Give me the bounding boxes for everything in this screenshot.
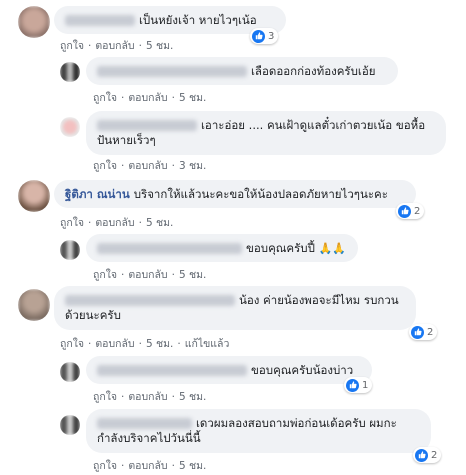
commenter-name[interactable]	[65, 295, 235, 306]
avatar[interactable]	[18, 289, 50, 321]
comment-bubble: ฐิติภา ณน่าน บริจากให้แล้วนะคะขอให้น้องปล…	[54, 180, 416, 208]
like-link[interactable]: ถูกใจ	[93, 160, 117, 172]
avatar[interactable]	[60, 117, 80, 137]
reply-link[interactable]: ตอบกลับ	[95, 217, 134, 229]
timestamp[interactable]: 5 ชม.	[146, 217, 173, 229]
timestamp[interactable]: 3 ชม.	[179, 160, 206, 172]
reaction-count[interactable]: 2	[396, 203, 425, 219]
comment-text-line2: ด้วยนะครับ	[65, 308, 121, 322]
comment-text: เป็นหยังเจ้า หายไวๆเน้อ	[139, 13, 257, 27]
like-link[interactable]: ถูกใจ	[93, 460, 117, 472]
like-link[interactable]: ถูกใจ	[93, 92, 117, 104]
like-link[interactable]: ถูกใจ	[60, 40, 84, 52]
timestamp[interactable]: 5 ชม.	[146, 40, 173, 52]
like-link[interactable]: ถูกใจ	[93, 269, 117, 281]
like-icon	[252, 29, 265, 43]
commenter-name[interactable]: ฐิติภา ณน่าน	[65, 187, 130, 201]
comment-actions: ถูกใจ · ตอบกลับ · 5 ชม.	[93, 92, 207, 104]
comment-text-line1: น้อง ค่ายน้องพอจะมีไหม รบกวน	[239, 293, 399, 307]
comment-text: ขอบคุณครับน้องบ่าว	[251, 363, 354, 377]
comment-bubble: ขอบคุณครับปี้ 🙏🙏	[86, 234, 358, 262]
like-icon	[398, 204, 411, 218]
like-link[interactable]: ถูกใจ	[60, 338, 84, 350]
avatar[interactable]	[18, 180, 50, 212]
commenter-name[interactable]	[97, 243, 242, 254]
commenter-name[interactable]	[97, 120, 197, 131]
comment-bubble: เลือดออกก่องท้องครับเอ้ย	[86, 57, 398, 85]
reply-link[interactable]: ตอบกลับ	[128, 460, 167, 472]
comment-text-line1: เดวผมลองสอบถามพ่อก่อนเด้อครับ ผมกะ	[196, 416, 397, 430]
comment-text-line1: เอาะอ่อย .... คนเฝ้าดูแลตั๋วเก่าตวยเน้อ …	[201, 118, 426, 132]
timestamp[interactable]: 5 ชม.	[179, 460, 206, 472]
commenter-name[interactable]	[97, 365, 247, 376]
comment-bubble: เดวผมลองสอบถามพ่อก่อนเด้อครับ ผมกะ กำลัง…	[86, 409, 431, 453]
comment-bubble: ขอบคุณครับน้องบ่าว	[86, 356, 372, 384]
avatar[interactable]	[60, 62, 80, 82]
comment-actions: ถูกใจ · ตอบกลับ · 5 ชม.	[60, 40, 174, 52]
comment-bubble: น้อง ค่ายน้องพอจะมีไหม รบกวน ด้วยนะครับ	[54, 286, 416, 330]
comment-actions: ถูกใจ · ตอบกลับ · 5 ชม. · แก้ไขแล้ว	[60, 338, 230, 350]
commenter-name[interactable]	[65, 15, 135, 26]
reply-link[interactable]: ตอบกลับ	[128, 269, 167, 281]
commenter-name[interactable]	[97, 418, 192, 429]
avatar[interactable]	[60, 415, 80, 435]
timestamp[interactable]: 5 ชม.	[179, 92, 206, 104]
comment-text: ขอบคุณครับปี้	[246, 241, 315, 255]
like-icon	[346, 378, 359, 392]
reply-link[interactable]: ตอบกลับ	[95, 40, 134, 52]
comment-actions: ถูกใจ · ตอบกลับ · 5 ชม.	[93, 391, 207, 403]
reply-link[interactable]: ตอบกลับ	[128, 92, 167, 104]
like-link[interactable]: ถูกใจ	[60, 217, 84, 229]
edited-link[interactable]: แก้ไขแล้ว	[185, 338, 230, 350]
timestamp[interactable]: 5 ชม.	[179, 269, 206, 281]
reply-link[interactable]: ตอบกลับ	[128, 391, 167, 403]
pray-emoji: 🙏🙏	[318, 242, 346, 255]
comment-actions: ถูกใจ · ตอบกลับ · 5 ชม.	[93, 460, 207, 472]
timestamp[interactable]: 5 ชม.	[179, 391, 206, 403]
reaction-count[interactable]: 2	[413, 447, 442, 463]
like-icon	[415, 448, 428, 462]
like-icon	[411, 325, 424, 339]
avatar[interactable]	[18, 6, 50, 38]
reaction-count[interactable]: 1	[344, 377, 373, 393]
avatar[interactable]	[60, 362, 80, 382]
reaction-count[interactable]: 2	[409, 324, 438, 340]
comment-actions: ถูกใจ · ตอบกลับ · 5 ชม.	[93, 269, 207, 281]
comment-text-line2: ปันหายเร็วๆ	[97, 133, 156, 147]
commenter-name[interactable]	[97, 66, 247, 77]
reply-link[interactable]: ตอบกลับ	[95, 338, 134, 350]
comment-actions: ถูกใจ · ตอบกลับ · 5 ชม.	[60, 217, 174, 229]
avatar[interactable]	[60, 240, 80, 260]
comment-text: เลือดออกก่องท้องครับเอ้ย	[251, 64, 376, 78]
comment-actions: ถูกใจ · ตอบกลับ · 3 ชม.	[93, 160, 207, 172]
comment-bubble: เอาะอ่อย .... คนเฝ้าดูแลตั๋วเก่าตวยเน้อ …	[86, 111, 446, 155]
comment-text: บริจากให้แล้วนะคะขอให้น้องปลอดภัยหายไวๆน…	[133, 187, 388, 201]
like-link[interactable]: ถูกใจ	[93, 391, 117, 403]
reply-link[interactable]: ตอบกลับ	[128, 160, 167, 172]
timestamp[interactable]: 5 ชม.	[146, 338, 173, 350]
reaction-count[interactable]: 3	[250, 28, 279, 44]
comment-text-line2: กำลังบริจาคไปวันนี่นี้	[97, 431, 201, 445]
